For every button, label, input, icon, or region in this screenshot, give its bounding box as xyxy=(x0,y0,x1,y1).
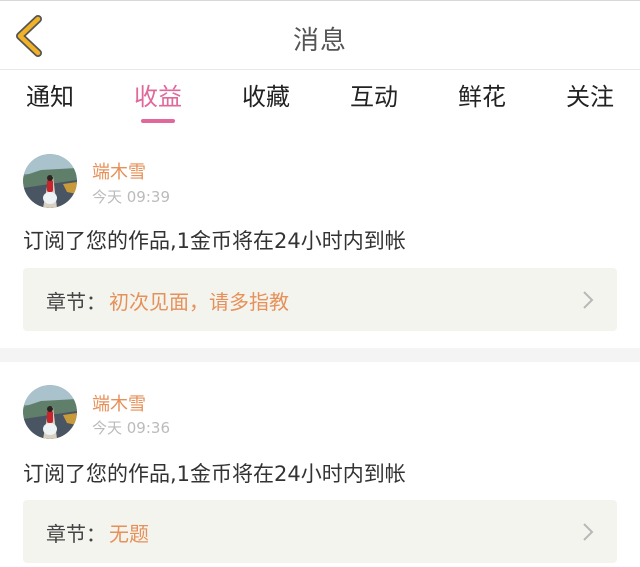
timestamp: 今天 09:39 xyxy=(92,188,170,206)
active-tab-indicator xyxy=(141,119,175,123)
chevron-right-icon xyxy=(583,291,594,309)
chapter-link[interactable]: 章节： 初次见面，请多指教 xyxy=(23,268,617,331)
chapter-title: 初次见面，请多指教 xyxy=(109,290,289,314)
message-card: 端木雪 今天 09:39 订阅了您的作品,1金币将在24小时内到帐 章节： 初次… xyxy=(0,128,640,348)
tab-flowers[interactable]: 鲜花 xyxy=(458,82,506,112)
avatar[interactable] xyxy=(23,154,77,208)
page-title: 消息 xyxy=(292,26,347,56)
chapter-label: 章节： xyxy=(46,522,106,546)
message-text: 订阅了您的作品,1金币将在24小时内到帐 xyxy=(23,462,406,486)
username[interactable]: 端木雪 xyxy=(92,158,146,184)
chapter-label: 章节： xyxy=(46,290,106,314)
section-divider xyxy=(0,348,640,362)
top-bar: 消息 xyxy=(0,0,640,70)
username[interactable]: 端木雪 xyxy=(92,390,146,416)
chapter-link[interactable]: 章节： 无题 xyxy=(23,500,617,563)
chevron-right-icon xyxy=(583,523,594,541)
message-card: 端木雪 今天 09:36 订阅了您的作品,1金币将在24小时内到帐 章节： 无题 xyxy=(0,362,640,567)
avatar[interactable] xyxy=(23,385,77,439)
tab-bar: 通知 收益 收藏 互动 鲜花 关注 xyxy=(0,70,640,128)
tab-earnings[interactable]: 收益 xyxy=(134,82,182,112)
timestamp: 今天 09:36 xyxy=(92,419,170,437)
tab-interactions[interactable]: 互动 xyxy=(350,82,398,112)
tab-favorites[interactable]: 收藏 xyxy=(242,82,290,112)
tab-notifications[interactable]: 通知 xyxy=(26,82,74,112)
tab-follows[interactable]: 关注 xyxy=(566,82,614,112)
message-text: 订阅了您的作品,1金币将在24小时内到帐 xyxy=(23,229,406,253)
chapter-title: 无题 xyxy=(109,522,149,546)
